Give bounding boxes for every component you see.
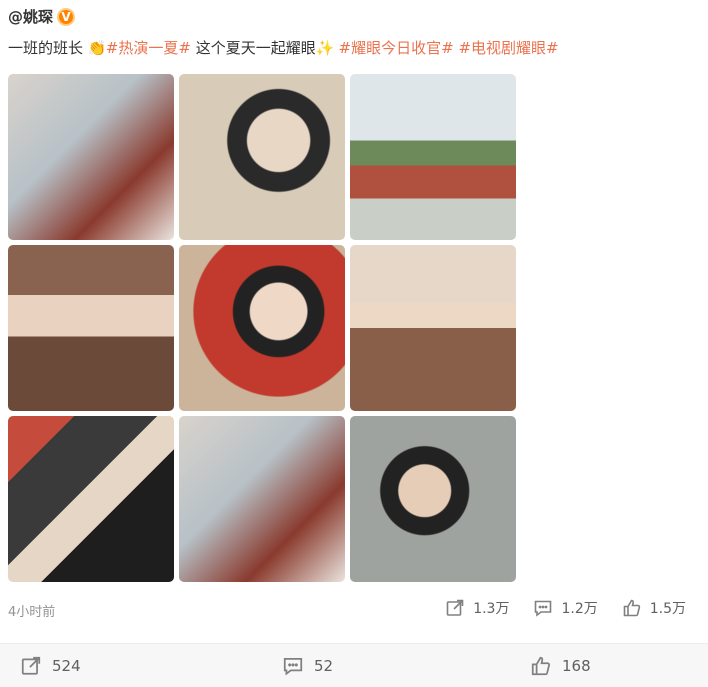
comment-icon (283, 657, 303, 675)
like-count: 1.5万 (649, 601, 686, 617)
post-timestamp: 4小时前 (8, 605, 56, 620)
like-icon (531, 656, 550, 675)
photo-2[interactable] (179, 74, 345, 240)
photo-3[interactable] (350, 74, 516, 240)
photo-6[interactable] (350, 245, 516, 411)
photo-7[interactable] (8, 416, 174, 582)
sparkle-emoji-icon: ✨ (315, 39, 335, 57)
like-button[interactable]: 1.5万 (622, 598, 686, 618)
post-author[interactable]: @姚琛 V (8, 6, 76, 27)
post-actions: 1.3万 1.2万 1.5万 (445, 598, 686, 618)
photo-5[interactable] (179, 245, 345, 411)
comment-count: 1.2万 (561, 601, 598, 617)
bottom-action-bar: 524 52 168 (0, 643, 708, 687)
bottom-comment-button[interactable]: 52 (282, 655, 333, 677)
hashtag-1[interactable]: #热演一夏# (106, 39, 191, 57)
repost-icon (446, 599, 464, 616)
bottom-repost-count: 524 (52, 656, 81, 675)
content-text-1: 一班的班长 (8, 39, 84, 57)
comment-button[interactable]: 1.2万 (533, 598, 598, 618)
photo-grid (8, 74, 516, 582)
photo-4[interactable] (8, 245, 174, 411)
photo-9[interactable] (350, 416, 516, 582)
bottom-like-count: 168 (562, 656, 591, 675)
hashtag-2[interactable]: #耀眼今日收官# (339, 39, 454, 57)
photo-8[interactable] (179, 416, 345, 582)
repost-button[interactable]: 1.3万 (445, 598, 509, 618)
repost-icon (21, 656, 41, 675)
content-text-2: 这个夏天一起耀眼 (195, 39, 316, 57)
post-content: 一班的班长 👏#热演一夏# 这个夏天一起耀眼✨ #耀眼今日收官# #电视剧耀眼# (8, 37, 700, 58)
verified-badge-icon: V (57, 7, 76, 26)
like-icon (623, 599, 640, 617)
repost-count: 1.3万 (473, 601, 510, 617)
bottom-comment-count: 52 (314, 656, 334, 675)
hashtag-3[interactable]: #电视剧耀眼# (458, 39, 558, 57)
clap-emoji-icon: 👏 (87, 39, 107, 57)
photo-1[interactable] (8, 74, 174, 240)
bottom-repost-button[interactable]: 524 (20, 655, 81, 677)
comment-icon (535, 600, 552, 617)
author-name[interactable]: @姚琛 (8, 6, 53, 27)
bottom-like-button[interactable]: 168 (530, 655, 591, 677)
